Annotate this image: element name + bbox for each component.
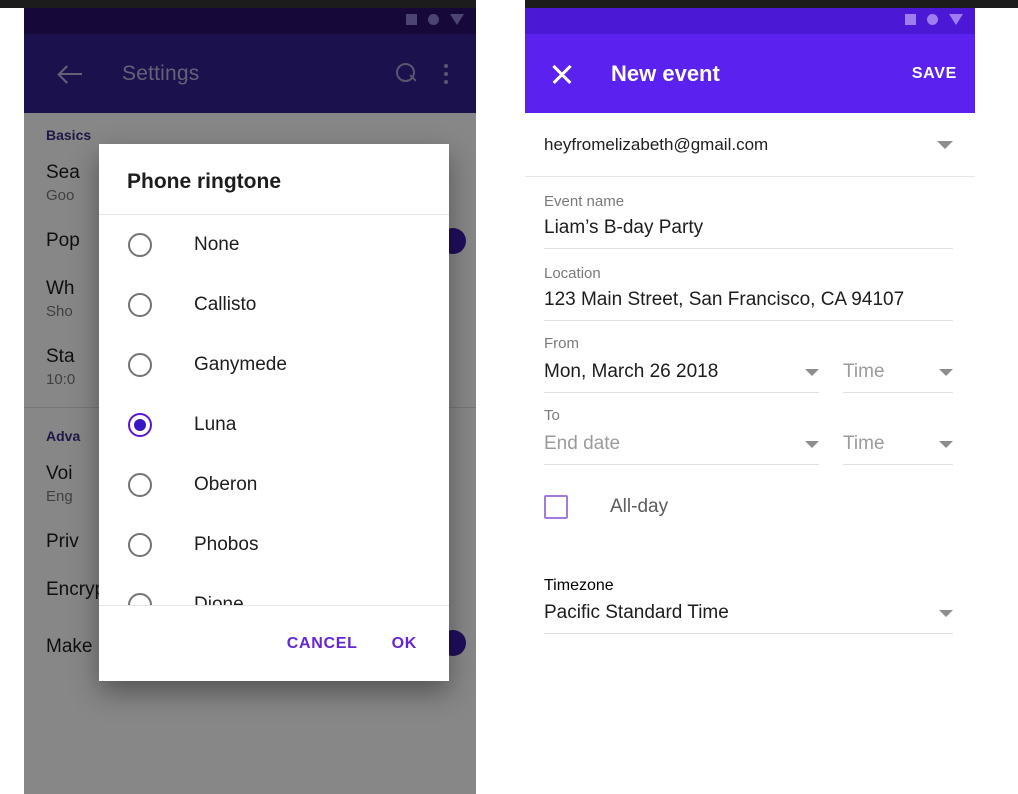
- timezone-label: Timezone: [544, 577, 614, 594]
- location-input[interactable]: 123 Main Street, San Francisco, CA 94107: [544, 282, 953, 321]
- location-field[interactable]: Location 123 Main Street, San Francisco,…: [525, 249, 975, 321]
- ringtone-option[interactable]: None: [99, 215, 449, 275]
- page-title: New event: [611, 60, 720, 86]
- account-selector[interactable]: heyfromelizabeth@gmail.com: [525, 113, 975, 177]
- all-day-label: All-day: [610, 496, 669, 517]
- ringtone-option-label: None: [194, 234, 240, 255]
- chevron-down-icon[interactable]: [937, 140, 953, 149]
- radio-icon[interactable]: [128, 473, 152, 497]
- ringtone-option[interactable]: Oberon: [99, 455, 449, 515]
- right-status-icons: [905, 14, 963, 25]
- from-date-value: Mon, March 26 2018: [544, 361, 719, 382]
- ringtone-option[interactable]: Dione: [99, 575, 449, 605]
- right-app-bar: New event SAVE: [525, 34, 975, 113]
- from-time-placeholder: Time: [843, 361, 885, 382]
- event-name-label: Event name: [544, 193, 625, 210]
- ringtone-option-selected[interactable]: Luna: [99, 395, 449, 455]
- radio-icon-selected[interactable]: [128, 413, 152, 437]
- event-name-input[interactable]: Liam’s B-day Party: [544, 210, 953, 249]
- from-label: From: [544, 335, 579, 352]
- right-phone-new-event-screen: New event SAVE heyfromelizabeth@gmail.co…: [525, 8, 975, 794]
- triangle-down-icon: [450, 14, 464, 25]
- circle-icon: [927, 14, 938, 25]
- left-status-bar: [24, 8, 476, 34]
- save-button[interactable]: SAVE: [912, 65, 957, 83]
- location-label: Location: [544, 265, 601, 282]
- left-app-bar: Settings: [24, 34, 476, 113]
- left-status-icons: [406, 14, 464, 25]
- to-row: End date Time: [525, 424, 975, 465]
- to-time-placeholder: Time: [843, 433, 885, 454]
- right-status-bar: [525, 8, 975, 34]
- more-vertical-icon[interactable]: [444, 63, 448, 84]
- new-event-form: heyfromelizabeth@gmail.com Event name Li…: [525, 113, 975, 794]
- left-appbar-actions: [396, 62, 448, 85]
- screenshot-root: Settings Basics Sea Goo Pop Wh Sho Sta 1…: [0, 0, 1018, 794]
- timezone-value: Pacific Standard Time: [544, 602, 729, 623]
- ringtone-option-label: Luna: [194, 414, 237, 435]
- checkbox-icon[interactable]: [544, 495, 568, 519]
- radio-icon[interactable]: [128, 293, 152, 317]
- timezone-field[interactable]: Timezone Pacific Standard Time: [525, 519, 975, 634]
- ringtone-option-label: Callisto: [194, 294, 257, 315]
- ringtone-option[interactable]: Phobos: [99, 515, 449, 575]
- ringtone-option-label: Oberon: [194, 474, 258, 495]
- chevron-down-icon[interactable]: [805, 440, 819, 448]
- radio-icon[interactable]: [128, 593, 152, 605]
- triangle-down-icon: [949, 14, 963, 25]
- from-label-wrap: From: [525, 321, 975, 352]
- arrow-left-icon[interactable]: [58, 61, 84, 87]
- ringtone-option[interactable]: Callisto: [99, 275, 449, 335]
- chevron-down-icon[interactable]: [939, 609, 953, 617]
- radio-icon[interactable]: [128, 533, 152, 557]
- from-row: Mon, March 26 2018 Time: [525, 352, 975, 393]
- dialog-title: Phone ringtone: [99, 144, 449, 215]
- ringtone-option-label: Dione: [194, 594, 244, 605]
- ringtone-option-list[interactable]: None Callisto Ganymede Luna Oberon Phobo…: [99, 215, 449, 605]
- panel-gap: [476, 0, 525, 8]
- radio-icon[interactable]: [128, 353, 152, 377]
- page-title: Settings: [122, 61, 200, 85]
- from-time-field[interactable]: Time: [843, 354, 953, 393]
- radio-icon[interactable]: [128, 233, 152, 257]
- search-icon[interactable]: [396, 62, 418, 85]
- ringtone-option[interactable]: Ganymede: [99, 335, 449, 395]
- to-label: To: [544, 407, 560, 424]
- chevron-down-icon[interactable]: [939, 368, 953, 376]
- ok-button[interactable]: OK: [392, 635, 417, 653]
- chevron-down-icon[interactable]: [939, 440, 953, 448]
- ringtone-option-label: Ganymede: [194, 354, 287, 375]
- to-date-field[interactable]: End date: [544, 426, 819, 465]
- to-label-wrap: To: [525, 393, 975, 424]
- cancel-button[interactable]: CANCEL: [287, 635, 358, 653]
- circle-icon: [428, 14, 439, 25]
- left-phone-settings-screen: Settings Basics Sea Goo Pop Wh Sho Sta 1…: [24, 8, 476, 794]
- account-email: heyfromelizabeth@gmail.com: [544, 134, 769, 154]
- square-icon: [905, 14, 916, 25]
- dialog-actions: CANCEL OK: [99, 605, 449, 681]
- close-icon[interactable]: [547, 59, 577, 89]
- all-day-row[interactable]: All-day: [525, 465, 975, 519]
- phone-ringtone-dialog: Phone ringtone None Callisto Ganymede Lu…: [99, 144, 449, 681]
- chevron-down-icon[interactable]: [805, 368, 819, 376]
- square-icon: [406, 14, 417, 25]
- from-date-field[interactable]: Mon, March 26 2018: [544, 354, 819, 393]
- to-time-field[interactable]: Time: [843, 426, 953, 465]
- event-name-field[interactable]: Event name Liam’s B-day Party: [525, 177, 975, 249]
- ringtone-option-label: Phobos: [194, 534, 259, 555]
- to-date-placeholder: End date: [544, 433, 621, 454]
